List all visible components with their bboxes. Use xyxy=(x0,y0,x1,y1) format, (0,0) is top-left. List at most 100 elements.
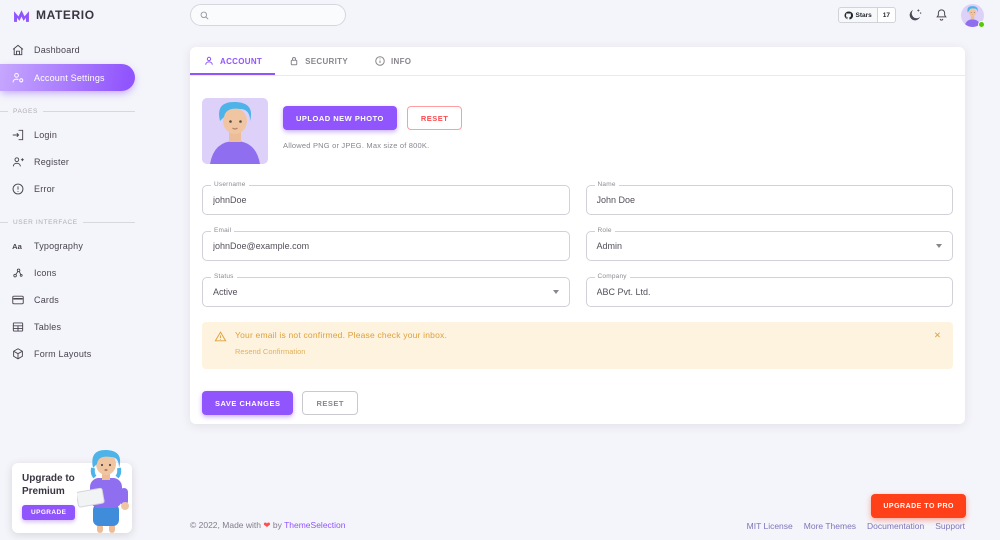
notifications-bell-icon[interactable] xyxy=(934,7,950,23)
status-selected-value: Active xyxy=(213,287,553,297)
github-stars-badge[interactable]: Stars 17 xyxy=(838,7,897,23)
github-icon xyxy=(844,11,853,20)
tab-label: SECURITY xyxy=(305,57,348,66)
sidebar-section-pages: PAGES xyxy=(0,108,168,115)
top-navbar: MATERIO Stars 17 xyxy=(0,0,1000,30)
account-settings-icon xyxy=(11,71,25,85)
tab-label: ACCOUNT xyxy=(220,57,262,66)
search-icon xyxy=(199,10,210,21)
footer: © 2022, Made with ❤ by ThemeSelection MI… xyxy=(190,520,965,531)
info-icon xyxy=(374,55,386,67)
sidebar-section-user-interface: USER INTERFACE xyxy=(0,219,168,226)
sidebar-item-cards[interactable]: Cards xyxy=(0,287,168,313)
warning-triangle-icon xyxy=(214,330,227,359)
company-field[interactable]: Company xyxy=(586,277,954,307)
sidebar-item-label: Account Settings xyxy=(34,73,105,83)
chevron-down-icon xyxy=(936,244,942,248)
sidebar-item-tables[interactable]: Tables xyxy=(0,314,168,340)
name-field[interactable]: Name xyxy=(586,185,954,215)
person-icon xyxy=(203,55,215,67)
sidebar-item-account-settings[interactable]: Account Settings xyxy=(0,64,135,91)
upgrade-premium-card: Upgrade to Premium UPGRADE xyxy=(12,463,132,533)
profile-photo xyxy=(202,98,268,164)
resend-confirmation-link[interactable]: Resend Confirmation xyxy=(235,347,305,356)
tab-info[interactable]: INFO xyxy=(361,47,424,75)
materio-logo-icon xyxy=(13,8,30,23)
name-input[interactable] xyxy=(597,195,943,205)
email-field[interactable]: Email xyxy=(202,231,570,261)
sidebar-item-label: Register xyxy=(34,157,69,167)
settings-tabs: ACCOUNT SECURITY INFO xyxy=(190,47,965,76)
typography-icon: Aa xyxy=(11,239,25,253)
sidebar-nav: Dashboard Account Settings PAGES Login R… xyxy=(0,30,168,368)
search-input[interactable] xyxy=(215,11,337,20)
sidebar-item-login[interactable]: Login xyxy=(0,122,168,148)
register-icon xyxy=(11,155,25,169)
sidebar-item-register[interactable]: Register xyxy=(0,149,168,175)
tab-account[interactable]: ACCOUNT xyxy=(190,47,275,75)
sidebar-item-label: Login xyxy=(34,130,57,140)
account-settings-card: ACCOUNT SECURITY INFO xyxy=(190,47,965,424)
chevron-down-icon xyxy=(553,290,559,294)
role-selected-value: Admin xyxy=(597,241,937,251)
tab-label: INFO xyxy=(391,57,411,66)
github-stars-label: Stars xyxy=(856,12,872,19)
username-input[interactable] xyxy=(213,195,559,205)
role-select[interactable]: Role Admin xyxy=(586,231,954,261)
sidebar-item-error[interactable]: Error xyxy=(0,176,168,202)
app-logo[interactable]: MATERIO xyxy=(13,8,95,23)
sidebar-item-dashboard[interactable]: Dashboard xyxy=(0,37,168,63)
upgrade-to-pro-button[interactable]: UPGRADE TO PRO xyxy=(871,494,966,518)
photo-helper-text: Allowed PNG or JPEG. Max size of 800K. xyxy=(283,141,462,150)
upgrade-button[interactable]: UPGRADE xyxy=(22,505,75,520)
heart-icon: ❤ xyxy=(263,520,270,530)
footer-link-mit-license[interactable]: MIT License xyxy=(747,521,793,531)
upload-new-photo-button[interactable]: UPLOAD NEW PHOTO xyxy=(283,106,397,130)
name-label: Name xyxy=(595,181,619,188)
form-reset-button[interactable]: RESET xyxy=(302,391,358,415)
app-title: MATERIO xyxy=(36,8,95,22)
table-icon xyxy=(11,320,25,334)
email-input[interactable] xyxy=(213,241,559,251)
dots-molecule-icon xyxy=(11,266,25,280)
sidebar-item-label: Typography xyxy=(34,241,83,251)
copyright-by: by xyxy=(273,520,282,530)
lock-icon xyxy=(288,55,300,67)
sidebar-item-form-layouts[interactable]: Form Layouts xyxy=(0,341,168,367)
login-icon xyxy=(11,128,25,142)
sidebar-item-label: Form Layouts xyxy=(34,349,91,359)
footer-copyright: © 2022, Made with ❤ by ThemeSelection xyxy=(190,520,346,531)
save-changes-button[interactable]: SAVE CHANGES xyxy=(202,391,293,415)
username-label: Username xyxy=(211,181,249,188)
footer-link-support[interactable]: Support xyxy=(935,521,965,531)
sidebar-item-icons[interactable]: Icons xyxy=(0,260,168,286)
sidebar-item-label: Cards xyxy=(34,295,59,305)
sidebar-item-label: Tables xyxy=(34,322,61,332)
online-status-badge xyxy=(978,21,985,28)
sidebar-item-label: Error xyxy=(34,184,55,194)
premium-character-illustration xyxy=(77,448,135,534)
themeselection-link[interactable]: ThemeSelection xyxy=(284,520,345,530)
github-stars-count: 17 xyxy=(878,7,896,23)
status-label: Status xyxy=(211,273,237,280)
email-warning-alert: Your email is not confirmed. Please chec… xyxy=(202,322,953,369)
status-select[interactable]: Status Active xyxy=(202,277,570,307)
footer-link-documentation[interactable]: Documentation xyxy=(867,521,924,531)
credit-card-icon xyxy=(11,293,25,307)
dark-mode-toggle-icon[interactable] xyxy=(907,7,923,23)
sidebar-item-label: Dashboard xyxy=(34,45,80,55)
copyright-text: © 2022, Made with xyxy=(190,520,261,530)
tab-security[interactable]: SECURITY xyxy=(275,47,361,75)
photo-reset-button[interactable]: RESET xyxy=(407,106,463,130)
alert-circle-icon xyxy=(11,182,25,196)
sidebar-item-label: Icons xyxy=(34,268,57,278)
company-input[interactable] xyxy=(597,287,943,297)
username-field[interactable]: Username xyxy=(202,185,570,215)
email-label: Email xyxy=(211,227,234,234)
close-icon[interactable]: ✕ xyxy=(934,330,941,359)
user-avatar[interactable] xyxy=(961,4,984,27)
sidebar-item-typography[interactable]: Aa Typography xyxy=(0,233,168,259)
footer-link-more-themes[interactable]: More Themes xyxy=(804,521,856,531)
home-icon xyxy=(11,43,25,57)
search-bar[interactable] xyxy=(190,4,346,26)
